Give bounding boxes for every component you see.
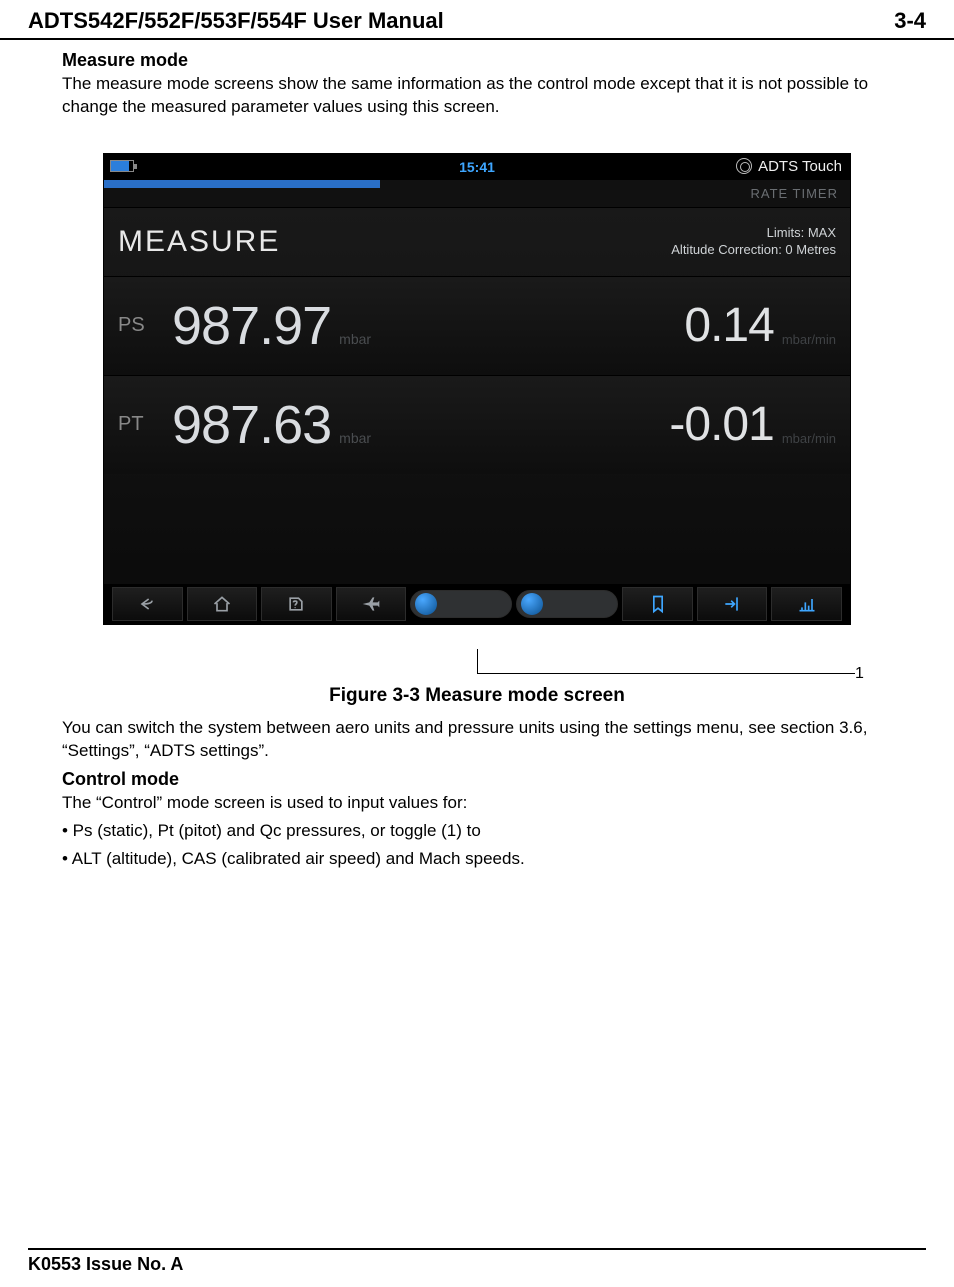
status-bar: 15:41 ADTS Touch [104, 154, 850, 180]
limits-text: Limits: MAX [671, 225, 836, 242]
channel-row-pt[interactable]: PT 987.63 mbar -0.01 mbar/min [104, 375, 850, 474]
channel-row-ps[interactable]: PS 987.97 mbar 0.14 mbar/min [104, 276, 850, 375]
figure-caption: Figure 3-3 Measure mode screen [62, 685, 892, 707]
brand-text: ADTS Touch [758, 158, 842, 175]
channel-value: 987.97 [172, 295, 331, 357]
measure-mode-heading: Measure mode [62, 50, 892, 71]
doc-header: ADTS542F/552F/553F/554F User Manual 3-4 [0, 0, 954, 40]
gauge-toggle-icon [415, 593, 437, 615]
mode-header: MEASURE Limits: MAX Altitude Correction:… [104, 208, 850, 276]
callout-line-horizontal [477, 673, 855, 674]
back-button[interactable] [112, 587, 183, 621]
after-figure-paragraph: You can switch the system between aero u… [62, 717, 892, 763]
callout-line-vertical [477, 649, 478, 673]
ge-logo-icon [736, 158, 752, 174]
hold-icon [648, 594, 668, 614]
aircraft-icon [361, 594, 381, 614]
channel-unit: mbar [339, 430, 371, 456]
back-icon [137, 594, 157, 614]
channel-rate: -0.01 [669, 397, 773, 452]
vent-button[interactable] [697, 587, 768, 621]
channel-rate-unit: mbar/min [782, 431, 836, 456]
aero-pressure-toggle[interactable] [516, 590, 618, 618]
graph-button[interactable] [771, 587, 842, 621]
measure-mode-paragraph: The measure mode screens show the same i… [62, 73, 892, 119]
hold-button[interactable] [622, 587, 693, 621]
channel-label: PS [118, 314, 172, 337]
page-number: 3-4 [894, 8, 926, 34]
home-button[interactable] [187, 587, 258, 621]
status-clock: 15:41 [459, 159, 495, 175]
screenshot-figure: 15:41 ADTS Touch RATE TIMER MEASURE Limi… [103, 153, 851, 625]
help-icon [286, 594, 306, 614]
control-mode-heading: Control mode [62, 769, 892, 790]
gauge-units-toggle[interactable] [410, 590, 512, 618]
adts-touch-screen: 15:41 ADTS Touch RATE TIMER MEASURE Limi… [103, 153, 851, 625]
channel-value: 987.63 [172, 394, 331, 456]
aircraft-button[interactable] [336, 587, 407, 621]
mode-meta: Limits: MAX Altitude Correction: 0 Metre… [671, 225, 836, 259]
control-mode-intro: The “Control” mode screen is used to inp… [62, 792, 892, 815]
brand-label: ADTS Touch [736, 158, 842, 175]
bullet-ps-pt-qc: • Ps (static), Pt (pitot) and Qc pressur… [62, 819, 892, 844]
vent-icon [722, 594, 742, 614]
channel-label: PT [118, 413, 172, 436]
bottom-toolbar [104, 584, 850, 624]
doc-title: ADTS542F/552F/553F/554F User Manual [28, 8, 444, 34]
home-icon [212, 594, 232, 614]
battery-icon [110, 160, 134, 172]
rate-timer-label: RATE TIMER [750, 186, 838, 201]
channel-rate: 0.14 [684, 298, 773, 353]
units-toggle-icon [521, 593, 543, 615]
graph-icon [797, 594, 817, 614]
channel-unit: mbar [339, 331, 371, 357]
altitude-correction-text: Altitude Correction: 0 Metres [671, 242, 836, 259]
bullet-alt-cas-mach: • ALT (altitude), CAS (calibrated air sp… [62, 847, 892, 872]
channel-rate-unit: mbar/min [782, 332, 836, 357]
help-button[interactable] [261, 587, 332, 621]
progress-indicator [104, 180, 380, 188]
callout-number-1: 1 [855, 665, 864, 683]
doc-footer: K0553 Issue No. A [28, 1248, 926, 1275]
mode-label: MEASURE [118, 225, 280, 259]
